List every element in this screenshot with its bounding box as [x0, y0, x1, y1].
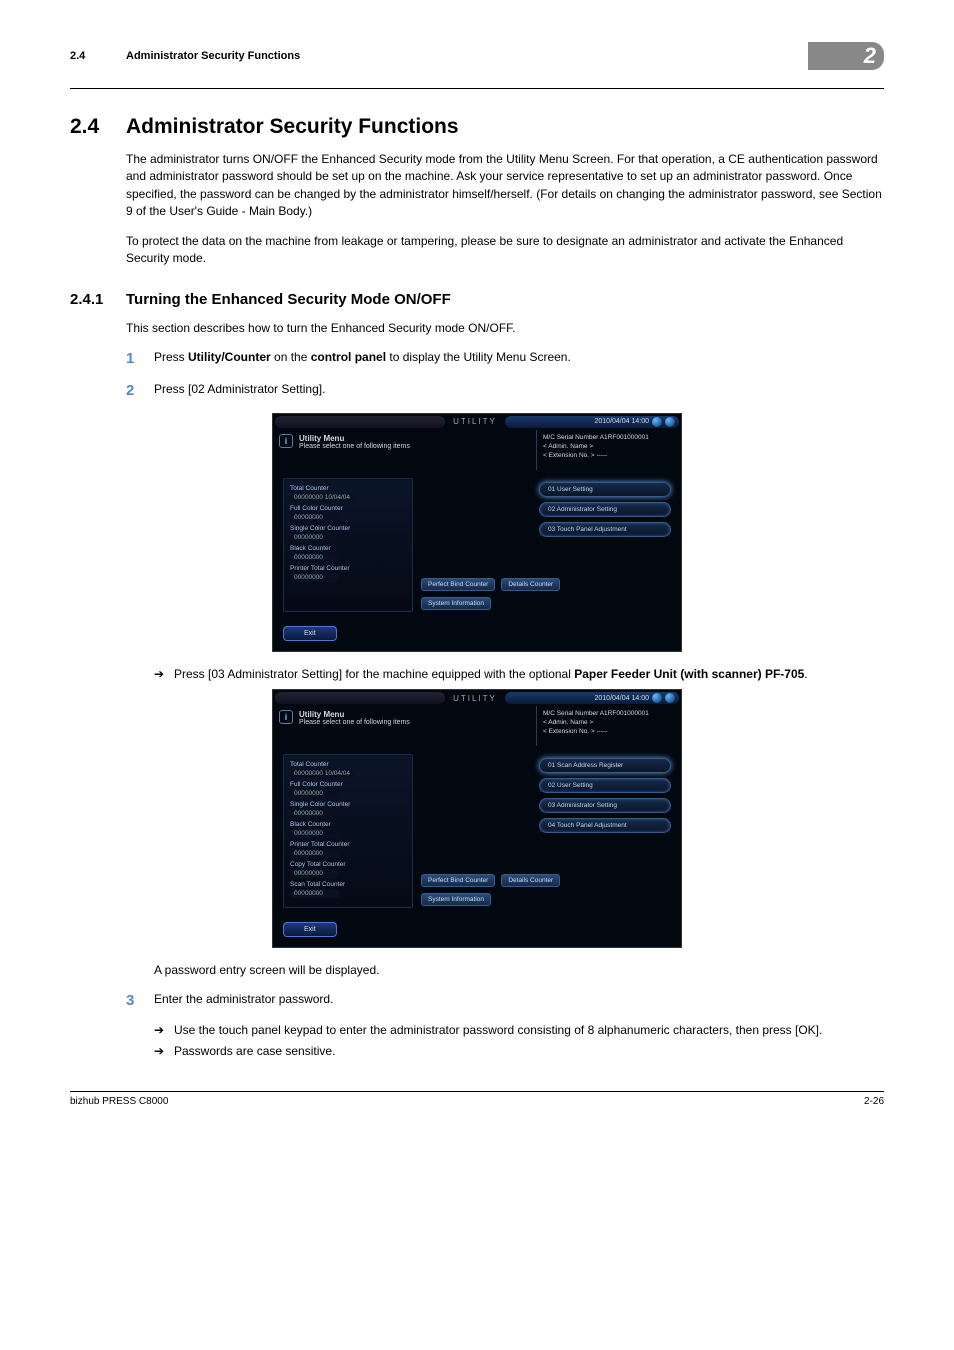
exit-button[interactable]: Exit — [283, 626, 337, 641]
note-arrow-1: ➔ Press [03 Administrator Setting] for t… — [154, 666, 884, 683]
counter-panel: Total Counter 00000000 10/04/04 Full Col… — [283, 478, 413, 612]
header-section-title: Administrator Security Functions — [126, 50, 808, 62]
serial-number: M/C Serial Number A1RF001000001 — [543, 709, 675, 718]
subsection-heading: 2.4.1 Turning the Enhanced Security Mode… — [70, 291, 884, 308]
arrow-icon: ➔ — [154, 666, 174, 683]
titlebar-left — [275, 416, 445, 428]
section-heading-number: 2.4 — [70, 115, 126, 139]
footer-product: bizhub PRESS C8000 — [70, 1096, 168, 1107]
administrator-setting-button[interactable]: 03 Administrator Setting — [539, 798, 671, 813]
user-setting-button[interactable]: 01 User Setting — [539, 482, 671, 497]
touch-panel-adjustment-button[interactable]: 04 Touch Panel Adjustment — [539, 818, 671, 833]
header-section-number: 2.4 — [70, 50, 126, 62]
utility-screen-1: UTILITY 2010/04/04 14:00 i Utility Menu … — [272, 413, 682, 652]
utility-menu-label: Utility Menu — [299, 434, 410, 443]
subsection-intro: This section describes how to turn the E… — [126, 320, 884, 337]
close-icon[interactable] — [665, 417, 675, 427]
note-arrow-2: ➔ Use the touch panel keypad to enter th… — [154, 1022, 884, 1039]
arrow-icon: ➔ — [154, 1022, 174, 1039]
intro-paragraph-1: The administrator turns ON/OFF the Enhan… — [126, 151, 884, 221]
screen-datetime: 2010/04/04 14:00 — [595, 695, 650, 702]
utility-menu-label: Utility Menu — [299, 710, 410, 719]
user-setting-button[interactable]: 02 User Setting — [539, 778, 671, 793]
footer-page: 2-26 — [864, 1096, 884, 1107]
step-1: 1 Press Utility/Counter on the control p… — [126, 348, 884, 371]
step-number: 3 — [126, 990, 154, 1013]
section-heading: 2.4 Administrator Security Functions — [70, 115, 884, 139]
step-3: 3 Enter the administrator password. — [126, 990, 884, 1013]
titlebar-left — [275, 692, 445, 704]
close-icon[interactable] — [665, 693, 675, 703]
screen-datetime: 2010/04/04 14:00 — [595, 418, 650, 425]
utility-screen-2: UTILITY 2010/04/04 14:00 i Utility Menu … — [272, 689, 682, 948]
utility-menu-sub: Please select one of following items — [299, 443, 410, 450]
intro-paragraph-2: To protect the data on the machine from … — [126, 233, 884, 268]
help-icon[interactable] — [652, 693, 662, 703]
info-icon: i — [279, 434, 293, 448]
section-heading-text: Administrator Security Functions — [126, 115, 459, 139]
admin-name: < Admin. Name > — [543, 442, 675, 451]
step-text: Enter the administrator password. — [154, 990, 884, 1013]
password-screen-text: A password entry screen will be displaye… — [154, 962, 884, 979]
arrow-icon: ➔ — [154, 1043, 174, 1060]
step-text: Press [02 Administrator Setting]. — [154, 380, 884, 403]
extension-no: < Extension No. > ----- — [543, 451, 675, 460]
help-icon[interactable] — [652, 417, 662, 427]
perfect-bind-counter-button[interactable]: Perfect Bind Counter — [421, 874, 495, 887]
titlebar-right: 2010/04/04 14:00 — [505, 692, 679, 704]
details-counter-button[interactable]: Details Counter — [501, 578, 560, 591]
note-arrow-3: ➔ Passwords are case sensitive. — [154, 1043, 884, 1060]
subsection-text: Turning the Enhanced Security Mode ON/OF… — [126, 291, 451, 308]
step-text: Press Utility/Counter on the control pan… — [154, 348, 884, 371]
counter-panel: Total Counter 00000000 10/04/04 Full Col… — [283, 754, 413, 908]
header-rule — [70, 88, 884, 89]
admin-name: < Admin. Name > — [543, 718, 675, 727]
exit-button[interactable]: Exit — [283, 922, 337, 937]
extension-no: < Extension No. > ----- — [543, 727, 675, 736]
serial-number: M/C Serial Number A1RF001000001 — [543, 433, 675, 442]
titlebar-right: 2010/04/04 14:00 — [505, 416, 679, 428]
step-number: 1 — [126, 348, 154, 371]
chapter-badge: 2 — [808, 42, 884, 70]
step-number: 2 — [126, 380, 154, 403]
details-counter-button[interactable]: Details Counter — [501, 874, 560, 887]
screen-title: UTILITY — [447, 694, 503, 703]
info-icon: i — [279, 710, 293, 724]
system-information-button[interactable]: System Information — [421, 597, 491, 610]
scan-address-register-button[interactable]: 01 Scan Address Register — [539, 758, 671, 773]
perfect-bind-counter-button[interactable]: Perfect Bind Counter — [421, 578, 495, 591]
subsection-number: 2.4.1 — [70, 291, 126, 308]
administrator-setting-button[interactable]: 02 Administrator Setting — [539, 502, 671, 517]
touch-panel-adjustment-button[interactable]: 03 Touch Panel Adjustment — [539, 522, 671, 537]
system-information-button[interactable]: System Information — [421, 893, 491, 906]
screen-title: UTILITY — [447, 417, 503, 426]
step-2: 2 Press [02 Administrator Setting]. — [126, 380, 884, 403]
utility-menu-sub: Please select one of following items — [299, 719, 410, 726]
